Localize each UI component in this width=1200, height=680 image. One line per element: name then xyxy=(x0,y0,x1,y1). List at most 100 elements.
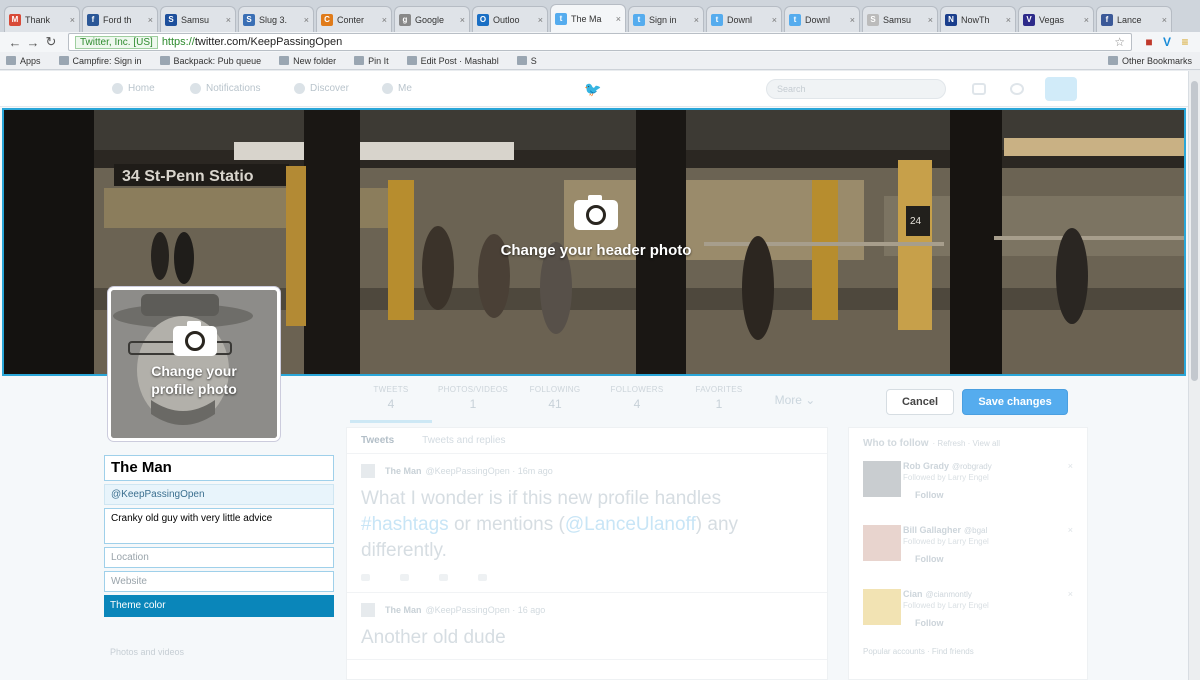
tab-close-icon[interactable]: × xyxy=(850,15,855,25)
suggestion-name[interactable]: Rob Grady @robgrady xyxy=(903,455,1087,471)
follow-button[interactable]: Follow xyxy=(915,490,944,500)
browser-tab[interactable]: C Conter × xyxy=(316,6,392,32)
tab-close-icon[interactable]: × xyxy=(1084,15,1089,25)
tab-close-icon[interactable]: × xyxy=(616,14,621,24)
tab-close-icon[interactable]: × xyxy=(70,15,75,25)
nav-me[interactable]: Me xyxy=(382,83,412,94)
bookmark-star-icon[interactable]: ☆ xyxy=(1114,35,1125,49)
reload-icon[interactable]: ↻ xyxy=(42,34,60,50)
tab-close-icon[interactable]: × xyxy=(304,15,309,25)
tweet-author-name[interactable]: The Man xyxy=(385,605,422,615)
retweet-icon[interactable] xyxy=(400,574,409,581)
tab-close-icon[interactable]: × xyxy=(772,15,777,25)
menu-icon[interactable]: ≡ xyxy=(1176,35,1194,49)
stat-tweets[interactable]: TWEETS 4 xyxy=(350,377,432,423)
reply-icon[interactable] xyxy=(361,574,370,581)
messages-icon[interactable] xyxy=(972,83,986,95)
browser-tab[interactable]: O Outloo × xyxy=(472,6,548,32)
vimeo-extension-icon[interactable]: V xyxy=(1158,35,1176,49)
tab-close-icon[interactable]: × xyxy=(538,15,543,25)
browser-tab[interactable]: S Samsu × xyxy=(160,6,236,32)
nav-home[interactable]: Home xyxy=(112,83,155,94)
tab-close-icon[interactable]: × xyxy=(460,15,465,25)
back-icon[interactable]: ← xyxy=(6,35,24,50)
photos-videos-link[interactable]: Photos and videos xyxy=(110,647,184,657)
stat-following[interactable]: FOLLOWING 41 xyxy=(514,377,596,423)
change-profile-photo-label[interactable]: Change your profile photo xyxy=(111,362,277,398)
suggestion-name[interactable]: Bill Gallagher @bgal xyxy=(903,519,1087,535)
change-header-photo-label[interactable]: Change your header photo xyxy=(424,242,768,259)
settings-icon[interactable] xyxy=(1010,83,1024,95)
stat-favorites[interactable]: FAVORITES 1 xyxy=(678,377,760,423)
browser-tab[interactable]: M Thank × xyxy=(4,6,80,32)
hashtag-link[interactable]: #hashtags xyxy=(361,514,449,535)
more-icon[interactable] xyxy=(478,574,487,581)
suggestion-avatar[interactable] xyxy=(863,589,901,625)
tab-close-icon[interactable]: × xyxy=(928,15,933,25)
bookmark-item[interactable]: S xyxy=(516,56,537,66)
browser-tab[interactable]: t Sign in × xyxy=(628,6,704,32)
cancel-button[interactable]: Cancel xyxy=(886,389,954,415)
other-bookmarks[interactable]: Other Bookmarks xyxy=(1107,56,1192,66)
tab-close-icon[interactable]: × xyxy=(382,15,387,25)
forward-icon[interactable]: → xyxy=(24,35,42,50)
nav-notifications[interactable]: Notifications xyxy=(190,83,260,94)
tab-close-icon[interactable]: × xyxy=(1006,15,1011,25)
bookmark-item[interactable]: New folder xyxy=(279,56,336,66)
location-field[interactable]: Location xyxy=(104,547,334,568)
tweet[interactable]: The Man @KeepPassingOpen · 16 ago Another … xyxy=(347,593,827,660)
browser-tab[interactable]: g Google × xyxy=(394,6,470,32)
bio-field[interactable]: Cranky old guy with very little advice xyxy=(104,508,334,544)
tab-tweets[interactable]: Tweets xyxy=(361,435,394,446)
tweet-author-name[interactable]: The Man xyxy=(385,466,422,476)
tab-close-icon[interactable]: × xyxy=(694,15,699,25)
browser-tab[interactable]: V Vegas × xyxy=(1018,6,1094,32)
who-to-follow-links[interactable]: · Refresh · View all xyxy=(933,439,1000,448)
compose-tweet-button[interactable] xyxy=(1045,77,1077,101)
tab-tweets-and-replies[interactable]: Tweets and replies xyxy=(422,435,505,446)
more-dropdown[interactable]: More ⌄ xyxy=(760,377,830,423)
tab-close-icon[interactable]: × xyxy=(226,15,231,25)
ev-certificate-badge[interactable]: Twitter, Inc. [US] xyxy=(75,35,158,49)
dismiss-icon[interactable]: × xyxy=(1068,525,1073,535)
change-profile-camera-icon[interactable] xyxy=(173,321,217,356)
browser-tab[interactable]: t Downl × xyxy=(784,6,860,32)
bookmark-item[interactable]: Edit Post · Mashabl xyxy=(406,56,499,66)
follow-button[interactable]: Follow xyxy=(915,554,944,564)
extension-icon[interactable]: ■ xyxy=(1140,35,1158,49)
suggestion-avatar[interactable] xyxy=(863,525,901,561)
website-field[interactable]: Website xyxy=(104,571,334,592)
browser-tab[interactable]: N NowTh × xyxy=(940,6,1016,32)
who-to-follow-footer[interactable]: Popular accounts · Find friends xyxy=(849,647,1087,656)
nav-discover[interactable]: Discover xyxy=(294,83,349,94)
browser-tab[interactable]: S Slug 3. × xyxy=(238,6,314,32)
browser-tab[interactable]: t Downl × xyxy=(706,6,782,32)
tab-close-icon[interactable]: × xyxy=(148,15,153,25)
browser-tab[interactable]: S Samsu × xyxy=(862,6,938,32)
name-field[interactable]: The Man xyxy=(104,455,334,481)
address-bar[interactable]: Twitter, Inc. [US] https:// twitter.com … xyxy=(68,33,1132,51)
profile-photo[interactable]: Change your profile photo xyxy=(108,287,280,441)
browser-tab[interactable]: f Lance × xyxy=(1096,6,1172,32)
bookmark-item[interactable]: Backpack: Pub queue xyxy=(159,56,261,66)
dismiss-icon[interactable]: × xyxy=(1068,461,1073,471)
follow-button[interactable]: Follow xyxy=(915,618,944,628)
tab-close-icon[interactable]: × xyxy=(1162,15,1167,25)
search-input[interactable]: Search xyxy=(766,79,946,99)
tweet-avatar[interactable] xyxy=(361,464,375,478)
favorite-icon[interactable] xyxy=(439,574,448,581)
bookmark-item[interactable]: Apps xyxy=(6,56,41,66)
tweet[interactable]: The Man @KeepPassingOpen · 16m ago What I … xyxy=(347,454,827,593)
mention-link[interactable]: @LanceUlanoff xyxy=(565,514,696,535)
suggestion-avatar[interactable] xyxy=(863,461,901,497)
twitter-bird-icon[interactable]: 🐦 xyxy=(584,81,601,98)
theme-color-button[interactable]: Theme color xyxy=(104,595,334,617)
stat-photos-videos[interactable]: PHOTOS/VIDEOS 1 xyxy=(432,377,514,423)
page-scrollbar[interactable] xyxy=(1188,71,1200,680)
browser-tab[interactable]: f Ford th × xyxy=(82,6,158,32)
dismiss-icon[interactable]: × xyxy=(1068,589,1073,599)
scrollbar-thumb[interactable] xyxy=(1191,81,1198,381)
tweet-avatar[interactable] xyxy=(361,603,375,617)
bookmark-item[interactable]: Pin It xyxy=(354,56,389,66)
stat-followers[interactable]: FOLLOWERS 4 xyxy=(596,377,678,423)
